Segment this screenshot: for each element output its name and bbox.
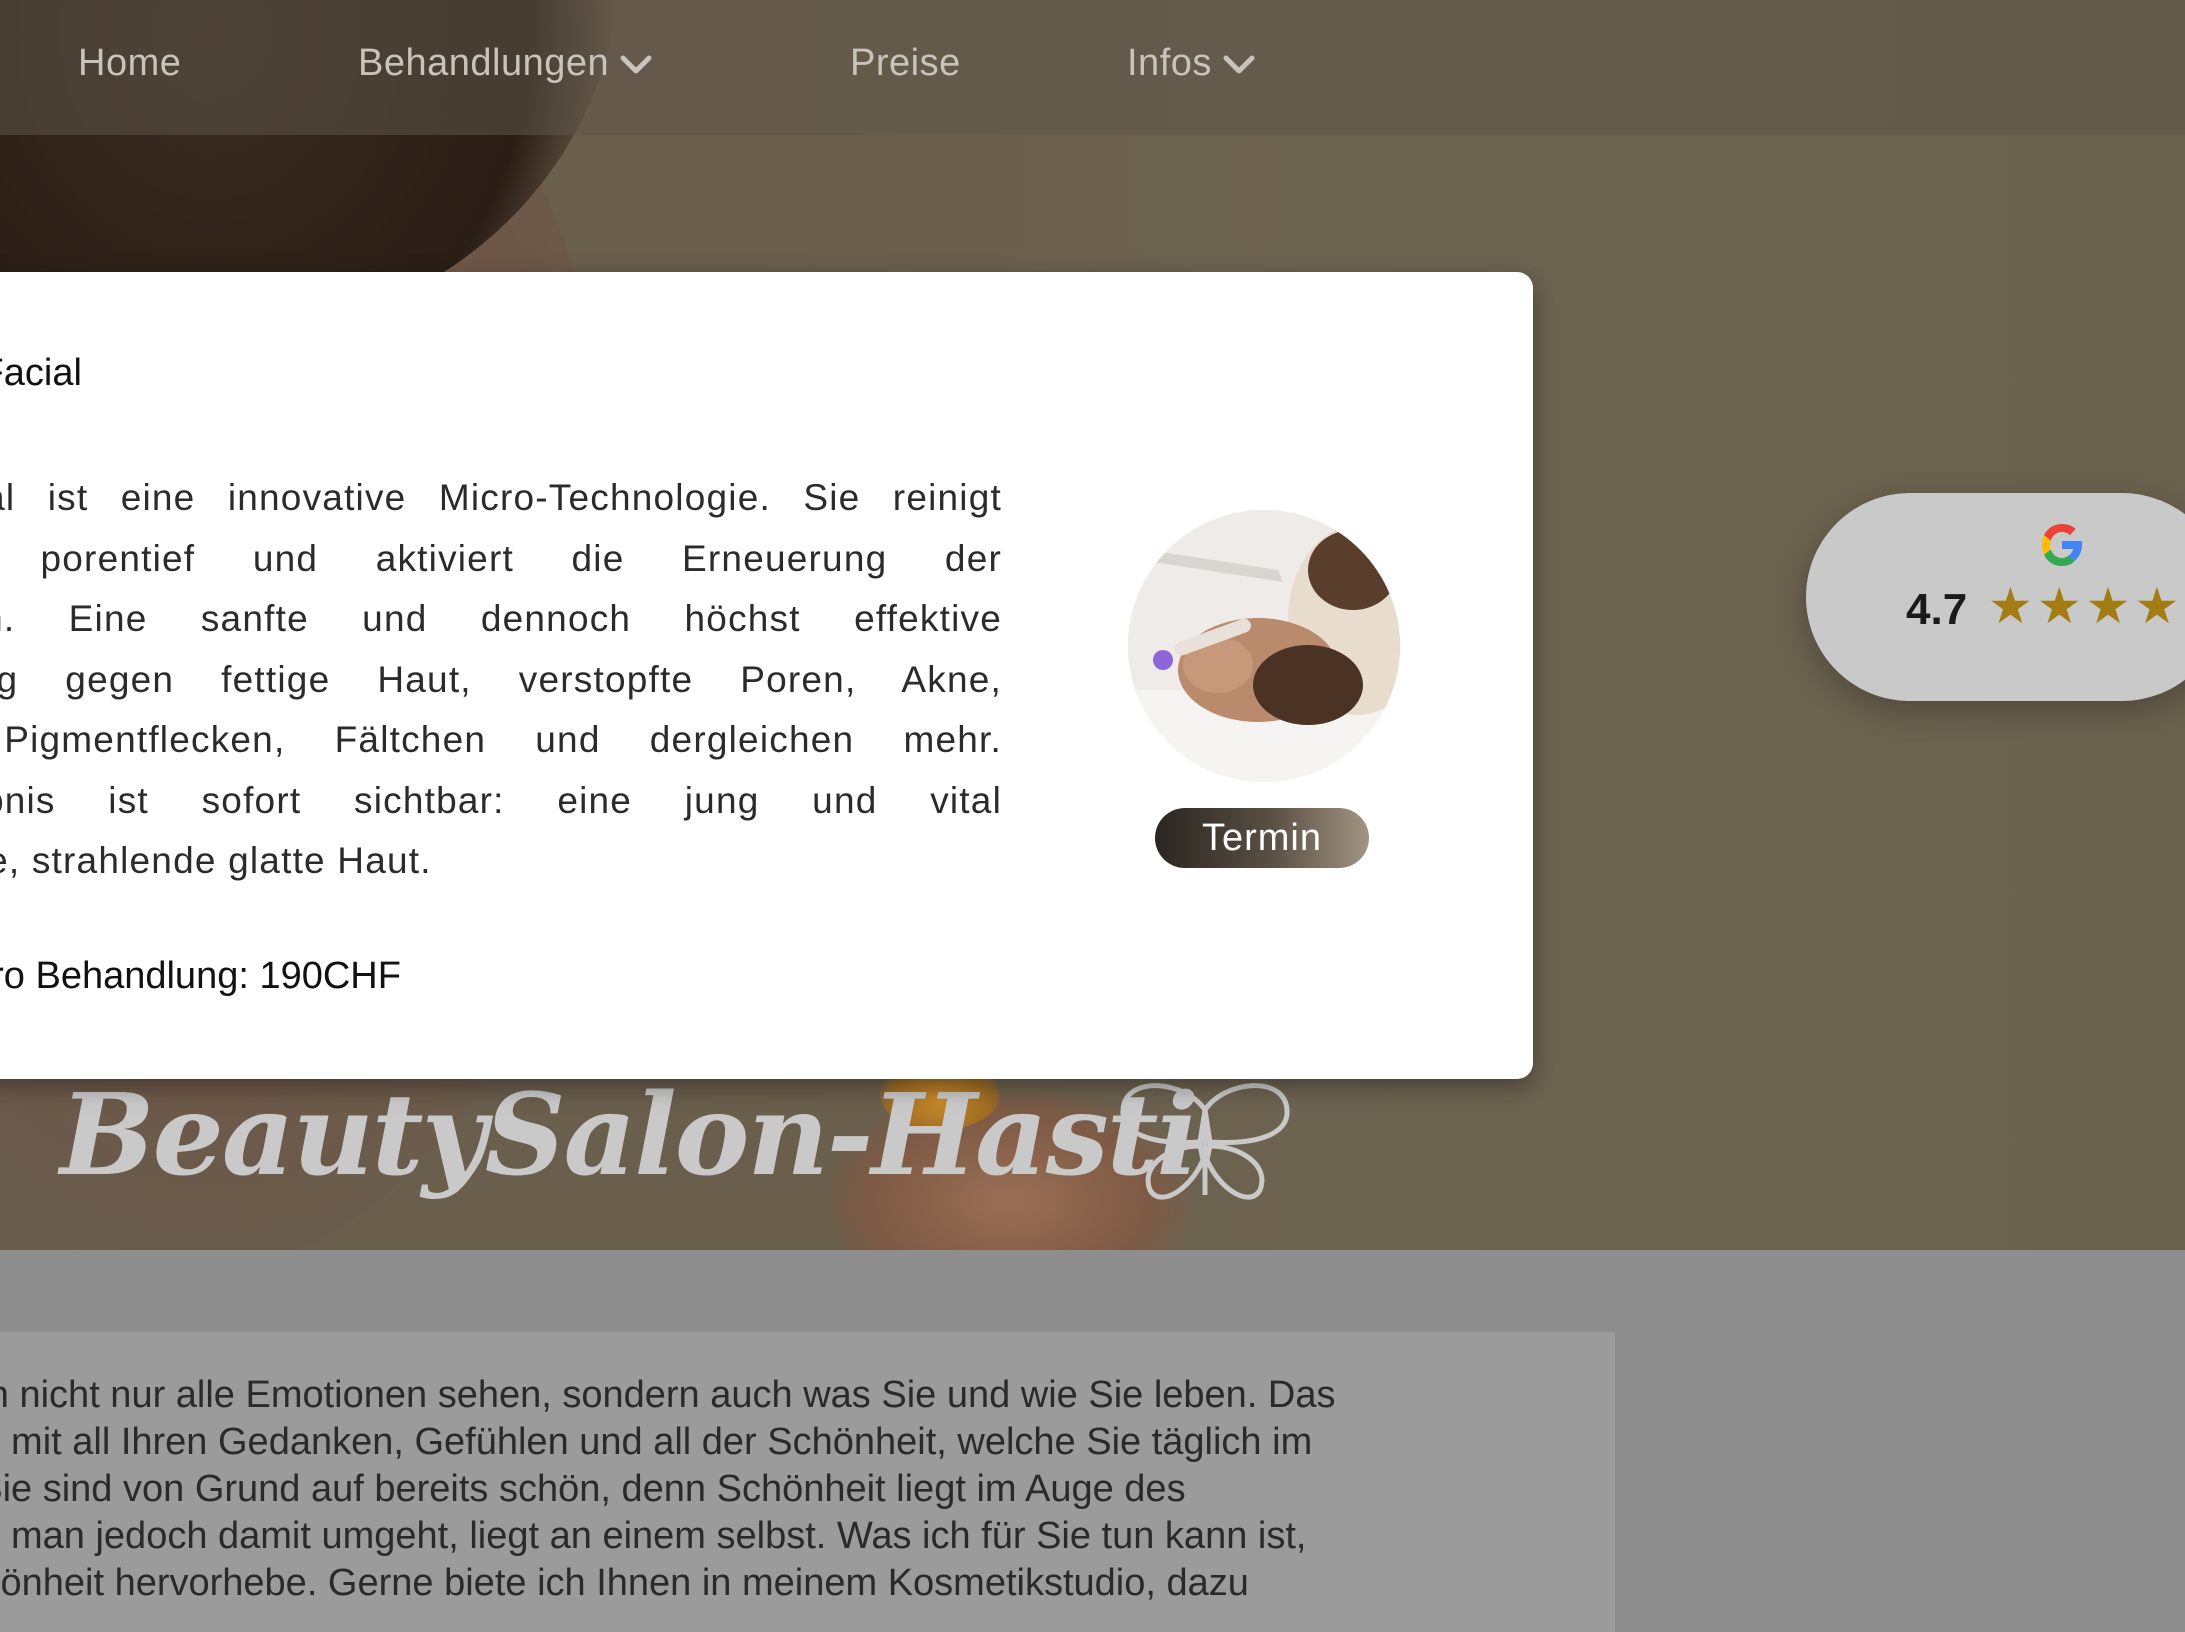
intro-line: Wie man jedoch damit umgeht, liegt an ei… [0, 1515, 1307, 1557]
nav-item-label: Preise [850, 42, 961, 84]
description-line: Ergebnis ist sofort sichtbar: eine jung … [0, 779, 1002, 821]
rating-stars: ★ ★ ★ ★ ★ [1988, 581, 2185, 631]
modal-description: iFacial ist eine innovative Micro-Techno… [0, 468, 1002, 892]
brand-logo-text: BeautySalon-Hasti [60, 1070, 1199, 1201]
treatment-price: pro Behandlung: 190CHF [0, 955, 401, 997]
nav-item-infos[interactable]: Infos [1127, 42, 1256, 85]
star-icon: ★ [1988, 577, 2033, 635]
star-icon: ★ [2085, 577, 2131, 635]
treatment-modal: ıFacial iFacial ist eine innovative Micr… [0, 272, 1533, 1079]
nav-item-home[interactable]: Home [78, 42, 181, 85]
google-rating-badge[interactable]: 4.7 ★ ★ ★ ★ ★ [1806, 493, 2185, 701]
nav-item-label: Behandlungen [358, 42, 610, 84]
intro-line: Sie, mit all Ihren Gedanken, Gefühlen un… [0, 1421, 1313, 1463]
appointment-button[interactable]: Termin [1155, 808, 1369, 868]
google-icon [2042, 524, 2082, 566]
description-line: hende, strahlende glatte Haut. [0, 840, 432, 881]
star-icon: ★ [2134, 577, 2180, 635]
modal-title: ıFacial [0, 352, 82, 394]
description-line: en, Pigmentflecken, Fältchen und derglei… [0, 719, 1002, 760]
top-navigation: Home Behandlungen Preise Infos [0, 0, 2185, 135]
nav-item-preise[interactable]: Preise [850, 42, 961, 85]
intro-line: man nicht nur alle Emotionen sehen, sond… [0, 1374, 1336, 1416]
intro-text: man nicht nur alle Emotionen sehen, sond… [0, 1372, 1635, 1607]
description-line: zellen. Eine sanfte und dennoch höchst e… [0, 598, 1002, 639]
description-line: Haut porentief und aktiviert die Erneuer… [0, 537, 1002, 579]
rating-score: 4.7 [1906, 585, 1968, 634]
intro-line: n. Sie sind von Grund auf bereits schön,… [0, 1468, 1186, 1510]
treatment-photo-illustration [1128, 510, 1400, 782]
nav-item-label: Infos [1127, 42, 1212, 84]
description-line: ndlung gegen fettige Haut, verstopfte Po… [0, 658, 1002, 700]
nav-item-label: Home [78, 42, 182, 84]
chevron-down-icon [620, 55, 652, 73]
butterfly-icon [1120, 1083, 1290, 1200]
description-line: iFacial ist eine innovative Micro-Techno… [0, 477, 1002, 518]
intro-line: Schönheit hervorhebe. Gerne biete ich Ih… [0, 1562, 1249, 1604]
treatment-photo [1128, 510, 1400, 782]
nav-item-behandlungen[interactable]: Behandlungen [358, 42, 653, 85]
chevron-down-icon [1223, 55, 1255, 73]
star-icon: ★ [2036, 577, 2082, 635]
